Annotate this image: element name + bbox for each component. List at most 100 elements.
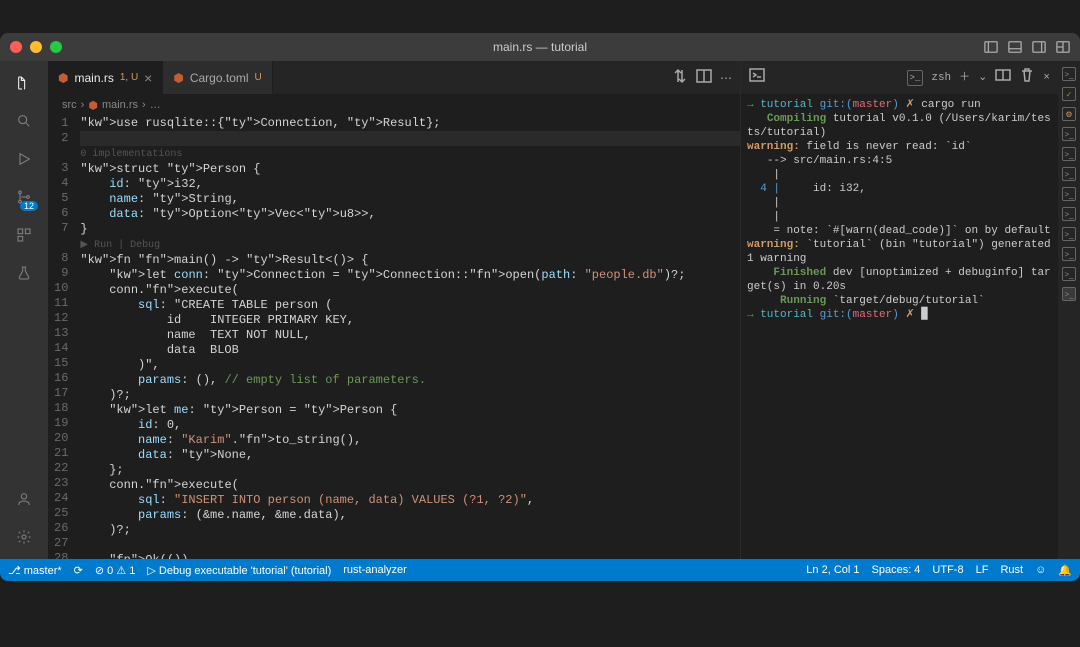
terminal-side-icon[interactable]: >_ [1062, 167, 1076, 181]
breadcrumb[interactable]: src › ⬢ main.rs › … [48, 94, 740, 116]
code-line: 0 implementations [80, 146, 740, 162]
panel-left-icon[interactable] [984, 40, 998, 54]
panel-bottom-icon[interactable] [1008, 40, 1022, 54]
terminal-line: 4 | id: i32, [747, 182, 1052, 196]
terminal-icon[interactable] [749, 67, 765, 88]
feedback-icon[interactable]: ☺ [1035, 564, 1046, 576]
panel-right-icon[interactable] [1032, 40, 1046, 54]
indent-status[interactable]: Spaces: 4 [872, 564, 921, 576]
code-line [80, 538, 740, 553]
split-editor-icon[interactable] [696, 68, 712, 87]
lsp-status[interactable]: rust-analyzer [343, 564, 407, 576]
terminal-side-icon[interactable]: >_ [1062, 227, 1076, 241]
terminal-side-icon[interactable]: >_ [1062, 207, 1076, 221]
testing-icon[interactable] [10, 259, 38, 287]
tab-bar: ⬢ main.rs 1, U × ⬢ Cargo.toml U ⋯ [48, 61, 740, 94]
trash-icon[interactable] [1019, 67, 1035, 88]
settings-gear-icon[interactable] [10, 523, 38, 551]
code-line: sql: "CREATE TABLE person ( [80, 298, 740, 313]
editor-group: ⬢ main.rs 1, U × ⬢ Cargo.toml U ⋯ src › [48, 61, 740, 559]
encoding-status[interactable]: UTF-8 [932, 564, 963, 576]
line-number: 5 [54, 191, 68, 206]
new-terminal-icon[interactable]: ＋ [959, 71, 970, 85]
extensions-icon[interactable] [10, 221, 38, 249]
terminal-side-icon[interactable]: >_ [1062, 267, 1076, 281]
line-number: 10 [54, 281, 68, 296]
line-number: 7 [54, 221, 68, 236]
code-line: ▶ Run | Debug [80, 237, 740, 253]
code-editor[interactable]: 12 34567 8910111213141516171819202122232… [48, 116, 740, 559]
explorer-icon[interactable] [10, 69, 38, 97]
code-line: name: "Karim"."fn">to_string(), [80, 433, 740, 448]
line-number: 15 [54, 356, 68, 371]
line-number: 24 [54, 491, 68, 506]
code-line: "kw">let me: "ty">Person = "ty">Person { [80, 403, 740, 418]
tab-main-rs[interactable]: ⬢ main.rs 1, U × [48, 61, 163, 94]
line-number: 12 [54, 311, 68, 326]
code-line: conn."fn">execute( [80, 283, 740, 298]
tab-label: Cargo.toml [190, 71, 249, 85]
terminal-line: → tutorial git:(master) ✗ ▊ [747, 308, 1052, 322]
terminal-line: --> src/main.rs:4:5 [747, 154, 1052, 168]
line-number: 4 [54, 176, 68, 191]
line-number [54, 146, 68, 161]
terminal-line: | [747, 210, 1052, 224]
terminal-line: warning: field is never read: `id` [747, 140, 1052, 154]
code-line: params: (&me.name, &me.data), [80, 508, 740, 523]
terminal-line: Running `target/debug/tutorial` [747, 294, 1052, 308]
line-number: 28 [54, 551, 68, 559]
line-number: 13 [54, 326, 68, 341]
code-line: id INTEGER PRIMARY KEY, [80, 313, 740, 328]
terminal-line: = note: `#[warn(dead_code)]` on by defau… [747, 224, 1052, 238]
account-icon[interactable] [10, 485, 38, 513]
debug-target-status[interactable]: ▷ Debug executable 'tutorial' (tutorial) [147, 564, 331, 577]
vscode-window: main.rs — tutorial 12 ⬢ [0, 33, 1080, 581]
terminal-side-icon[interactable]: >_ [1062, 127, 1076, 141]
split-terminal-icon[interactable] [995, 67, 1011, 88]
terminal-output[interactable]: → tutorial git:(master) ✗ cargo run Comp… [741, 94, 1058, 559]
run-debug-icon[interactable] [10, 145, 38, 173]
line-number: 19 [54, 416, 68, 431]
line-number: 23 [54, 476, 68, 491]
minimize-window-icon[interactable] [30, 41, 42, 53]
terminal-line: Compiling tutorial v0.1.0 (/Users/karim/… [747, 112, 1052, 140]
terminal-shell-icon[interactable]: >_ [907, 70, 924, 86]
terminal-side-icon[interactable]: >_ [1062, 247, 1076, 261]
line-number: 3 [54, 161, 68, 176]
more-actions-icon[interactable]: ⋯ [720, 71, 732, 85]
cursor-position-status[interactable]: Ln 2, Col 1 [806, 564, 859, 576]
line-number: 1 [54, 116, 68, 131]
code-line: sql: "INSERT INTO person (name, data) VA… [80, 493, 740, 508]
terminal-side-icon[interactable]: >_ [1062, 147, 1076, 161]
terminal-side-icon[interactable]: ⚙ [1062, 107, 1076, 121]
tab-cargo-toml[interactable]: ⬢ Cargo.toml U [163, 61, 272, 94]
close-panel-icon[interactable]: × [1043, 71, 1050, 85]
window-controls [10, 41, 62, 53]
terminal-side-icon[interactable]: >_ [1062, 67, 1076, 81]
code-line [80, 131, 740, 146]
source-control-icon[interactable]: 12 [10, 183, 38, 211]
close-tab-icon[interactable]: × [144, 70, 152, 86]
search-icon[interactable] [10, 107, 38, 135]
terminal-panel: >_ zsh ＋ ⌄ × → tutorial git:(master) ✗ c… [740, 61, 1080, 559]
line-number: 17 [54, 386, 68, 401]
terminal-side-icon[interactable]: >_ [1062, 287, 1076, 301]
sync-icon[interactable]: ⟳ [74, 564, 83, 577]
layout-icon[interactable] [1056, 40, 1070, 54]
language-status[interactable]: Rust [1000, 564, 1023, 576]
tab-modified: 1, U [120, 72, 138, 83]
git-branch-status[interactable]: ⎇ master* [8, 564, 62, 577]
eol-status[interactable]: LF [976, 564, 989, 576]
code-line: id: "ty">i32, [80, 177, 740, 192]
maximize-window-icon[interactable] [50, 41, 62, 53]
line-number: 6 [54, 206, 68, 221]
problems-status[interactable]: ⊘ 0 ⚠ 1 [95, 564, 136, 577]
compare-icon[interactable] [672, 68, 688, 87]
bell-icon[interactable]: 🔔 [1058, 564, 1072, 577]
window-title: main.rs — tutorial [0, 40, 1080, 54]
terminal-side-icon[interactable]: ✓ [1062, 87, 1076, 101]
chevron-down-icon[interactable]: ⌄ [978, 71, 987, 85]
terminal-side-icon[interactable]: >_ [1062, 187, 1076, 201]
code-line: }; [80, 463, 740, 478]
close-window-icon[interactable] [10, 41, 22, 53]
